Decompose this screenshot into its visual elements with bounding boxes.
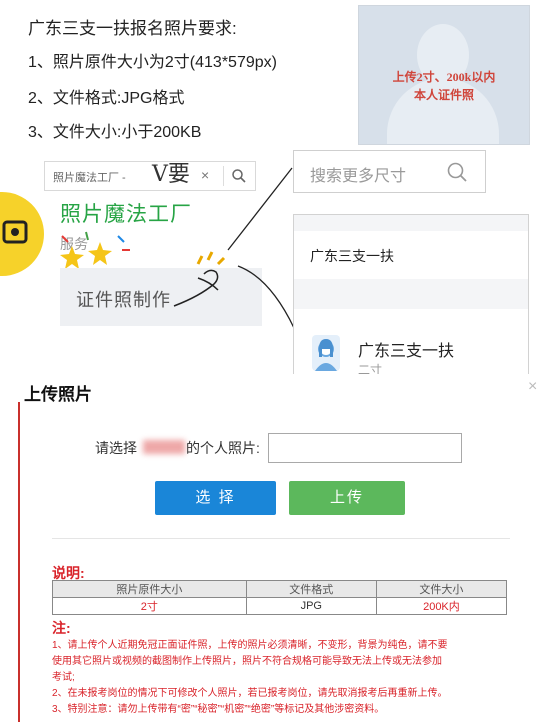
- notice-title: 注:: [52, 620, 71, 636]
- size-search-placeholder: 搜索更多尺寸: [310, 168, 407, 185]
- notice-line: 考试;: [52, 672, 75, 683]
- table-header: 照片原件大小: [52, 580, 247, 598]
- result-category-row[interactable]: 广东三支一扶: [294, 231, 528, 279]
- redacted-name: [143, 440, 185, 454]
- section-divider: [52, 538, 510, 539]
- search-icon[interactable]: [446, 161, 468, 183]
- photo-file-input[interactable]: [268, 433, 462, 463]
- stamp-line: 本人证件照: [413, 88, 474, 102]
- brand-logo: [0, 192, 44, 276]
- notice-line: 2、在未报考岗位的情况下可修改个人照片，若已报考岗位，请先取消报考后再重新上传。: [52, 688, 448, 699]
- table-cell: 2寸: [52, 597, 247, 615]
- table-cell: JPG: [245, 597, 377, 615]
- app-search-text: 照片魔法工厂 -: [53, 172, 126, 184]
- notice-line: 3、特别注意：请勿上传带有“密”“秘密”“机密”“绝密”等标记及其他涉密资料。: [52, 704, 385, 715]
- notice-line: 1、请上传个人近期免冠正面证件照，上传的照片必须清晰，不变形，背景为纯色，请不要: [52, 640, 448, 651]
- sample-id-photo: 上传2寸、200k以内 本人证件照: [358, 5, 530, 145]
- choose-photo-label-suffix: 的个人照片:: [186, 440, 260, 456]
- requirements-title: 广东三支一扶报名照片要求:: [28, 19, 237, 38]
- result-category-label: 广东三支一扶: [310, 248, 394, 264]
- close-icon[interactable]: ×: [528, 378, 537, 396]
- result-item-name: 广东三支一扶: [358, 343, 455, 360]
- size-search-bar[interactable]: 搜索更多尺寸: [293, 150, 486, 193]
- table-header: 文件大小: [375, 580, 508, 598]
- requirements-table: 照片原件大小 文件格式 文件大小 2寸 JPG 200K内: [52, 580, 508, 615]
- notice-line: 使用其它照片或视频的截图制作上传照片，照片不符合规格可能导致无法上传或无法参加: [52, 656, 442, 667]
- sample-stamp: 上传2寸、200k以内 本人证件照: [359, 68, 529, 104]
- person-avatar-icon: [312, 335, 340, 371]
- table-header: 文件格式: [245, 580, 377, 598]
- table-header-row: 照片原件大小 文件格式 文件大小: [52, 580, 508, 598]
- table-row: 2寸 JPG 200K内: [52, 597, 508, 615]
- camera-icon: [2, 220, 28, 244]
- select-file-button[interactable]: 选 择: [155, 481, 276, 515]
- table-cell: 200K内: [375, 597, 508, 615]
- pointing-hand-doodle-icon: [173, 167, 295, 329]
- upload-button[interactable]: 上传: [289, 481, 405, 515]
- requirement-item: 3、文件大小:小于200KB: [28, 124, 202, 141]
- choose-photo-label: 请选择: [95, 440, 137, 456]
- id-photo-make-label: 证件照制作: [76, 290, 171, 310]
- requirement-item: 2、文件格式:JPG格式: [28, 90, 185, 107]
- requirement-item: 1、照片原件大小为2寸(413*579px): [28, 54, 277, 71]
- stamp-line: 上传2寸、200k以内: [392, 70, 496, 84]
